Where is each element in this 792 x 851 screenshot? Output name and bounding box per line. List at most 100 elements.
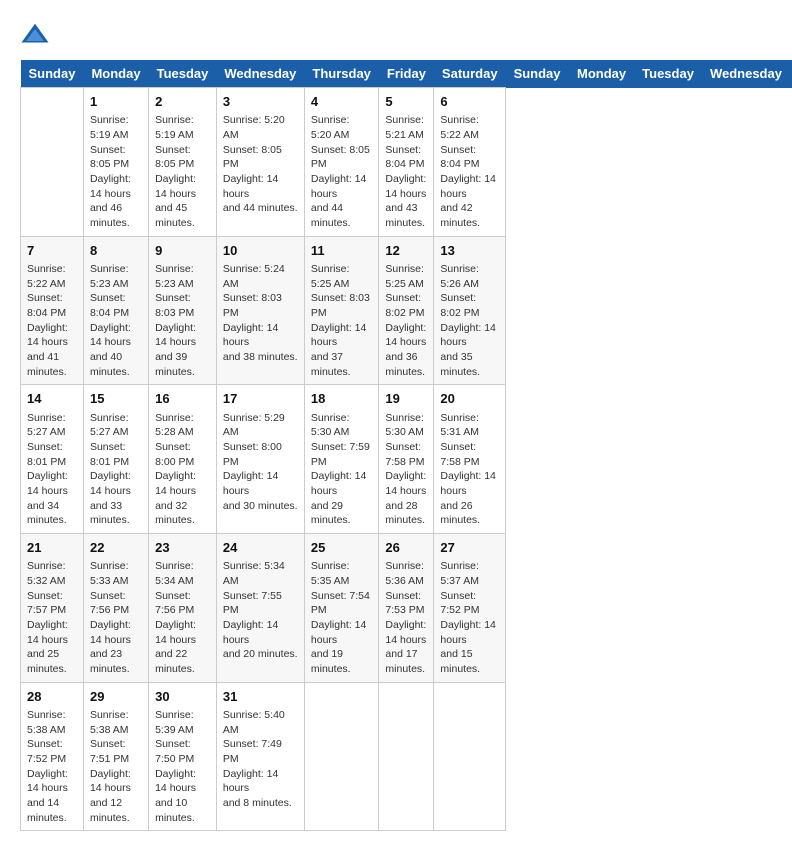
day-content: Sunrise: 5:37 AM Sunset: 7:52 PM Dayligh… <box>440 559 499 677</box>
day-content: Sunrise: 5:26 AM Sunset: 8:02 PM Dayligh… <box>440 262 499 380</box>
week-row-1: 1 Sunrise: 5:19 AM Sunset: 8:05 PM Daylig… <box>21 88 792 237</box>
day-number: 26 <box>385 539 427 557</box>
day-content: Sunrise: 5:25 AM Sunset: 8:02 PM Dayligh… <box>385 262 427 380</box>
day-content: Sunrise: 5:27 AM Sunset: 8:01 PM Dayligh… <box>90 411 142 529</box>
day-content: Sunrise: 5:38 AM Sunset: 7:52 PM Dayligh… <box>27 708 77 826</box>
logo-icon <box>20 20 50 50</box>
day-cell: 27 Sunrise: 5:37 AM Sunset: 7:52 PM Dayli… <box>434 534 506 683</box>
day-cell: 6 Sunrise: 5:22 AM Sunset: 8:04 PM Daylig… <box>434 88 506 237</box>
column-header-thursday: Thursday <box>304 60 379 88</box>
day-content: Sunrise: 5:21 AM Sunset: 8:04 PM Dayligh… <box>385 113 427 231</box>
day-number: 8 <box>90 242 142 260</box>
day-number: 9 <box>155 242 210 260</box>
day-cell: 4Sunrise: 5:20 AM Sunset: 8:05 PM Daylig… <box>304 88 379 237</box>
week-row-3: 14 Sunrise: 5:27 AM Sunset: 8:01 PM Dayli… <box>21 385 792 534</box>
column-header-saturday: Saturday <box>434 60 506 88</box>
day-number: 27 <box>440 539 499 557</box>
day-number: 11 <box>311 242 373 260</box>
week-row-4: 21Sunrise: 5:32 AM Sunset: 7:57 PM Dayli… <box>21 534 792 683</box>
day-number: 14 <box>27 390 77 408</box>
day-cell: 30 Sunrise: 5:39 AM Sunset: 7:50 PM Dayli… <box>149 682 217 831</box>
day-number: 10 <box>223 242 298 260</box>
day-cell: 28Sunrise: 5:38 AM Sunset: 7:52 PM Dayli… <box>21 682 84 831</box>
day-cell: 8Sunrise: 5:23 AM Sunset: 8:04 PM Daylig… <box>83 236 148 385</box>
day-cell: 21Sunrise: 5:32 AM Sunset: 7:57 PM Dayli… <box>21 534 84 683</box>
day-content: Sunrise: 5:32 AM Sunset: 7:57 PM Dayligh… <box>27 559 77 677</box>
day-number: 22 <box>90 539 142 557</box>
day-cell: 12 Sunrise: 5:25 AM Sunset: 8:02 PM Dayli… <box>379 236 434 385</box>
day-cell: 10 Sunrise: 5:24 AM Sunset: 8:03 PM Dayli… <box>216 236 304 385</box>
day-number: 18 <box>311 390 373 408</box>
column-header-tuesday: Tuesday <box>149 60 217 88</box>
week-row-2: 7 Sunrise: 5:22 AM Sunset: 8:04 PM Daylig… <box>21 236 792 385</box>
day-content: Sunrise: 5:20 AM Sunset: 8:05 PM Dayligh… <box>223 113 298 216</box>
day-number: 6 <box>440 93 499 111</box>
day-content: Sunrise: 5:33 AM Sunset: 7:56 PM Dayligh… <box>90 559 142 677</box>
day-content: Sunrise: 5:23 AM Sunset: 8:03 PM Dayligh… <box>155 262 210 380</box>
day-content: Sunrise: 5:19 AM Sunset: 8:05 PM Dayligh… <box>155 113 210 231</box>
day-cell: 14 Sunrise: 5:27 AM Sunset: 8:01 PM Dayli… <box>21 385 84 534</box>
day-cell: 15 Sunrise: 5:27 AM Sunset: 8:01 PM Dayli… <box>83 385 148 534</box>
day-cell: 20 Sunrise: 5:31 AM Sunset: 7:58 PM Dayli… <box>434 385 506 534</box>
day-cell: 18 Sunrise: 5:30 AM Sunset: 7:59 PM Dayli… <box>304 385 379 534</box>
day-cell: 24 Sunrise: 5:34 AM Sunset: 7:55 PM Dayli… <box>216 534 304 683</box>
day-cell: 23Sunrise: 5:34 AM Sunset: 7:56 PM Dayli… <box>149 534 217 683</box>
day-number: 16 <box>155 390 210 408</box>
day-content: Sunrise: 5:39 AM Sunset: 7:50 PM Dayligh… <box>155 708 210 826</box>
column-header-wednesday: Wednesday <box>216 60 304 88</box>
day-content: Sunrise: 5:38 AM Sunset: 7:51 PM Dayligh… <box>90 708 142 826</box>
day-content: Sunrise: 5:30 AM Sunset: 7:58 PM Dayligh… <box>385 411 427 529</box>
day-content: Sunrise: 5:27 AM Sunset: 8:01 PM Dayligh… <box>27 411 77 529</box>
day-content: Sunrise: 5:19 AM Sunset: 8:05 PM Dayligh… <box>90 113 142 231</box>
day-cell <box>21 88 84 237</box>
day-content: Sunrise: 5:30 AM Sunset: 7:59 PM Dayligh… <box>311 411 373 529</box>
day-content: Sunrise: 5:25 AM Sunset: 8:03 PM Dayligh… <box>311 262 373 380</box>
day-number: 5 <box>385 93 427 111</box>
day-number: 19 <box>385 390 427 408</box>
day-cell <box>434 682 506 831</box>
day-cell: 31Sunrise: 5:40 AM Sunset: 7:49 PM Dayli… <box>216 682 304 831</box>
day-cell: 17Sunrise: 5:29 AM Sunset: 8:00 PM Dayli… <box>216 385 304 534</box>
column-header-wednesday: Wednesday <box>702 60 790 88</box>
day-content: Sunrise: 5:35 AM Sunset: 7:54 PM Dayligh… <box>311 559 373 677</box>
day-number: 15 <box>90 390 142 408</box>
day-content: Sunrise: 5:22 AM Sunset: 8:04 PM Dayligh… <box>440 113 499 231</box>
day-cell <box>379 682 434 831</box>
day-number: 23 <box>155 539 210 557</box>
page-header <box>20 20 772 50</box>
day-content: Sunrise: 5:36 AM Sunset: 7:53 PM Dayligh… <box>385 559 427 677</box>
day-cell: 22 Sunrise: 5:33 AM Sunset: 7:56 PM Dayli… <box>83 534 148 683</box>
day-cell: 25Sunrise: 5:35 AM Sunset: 7:54 PM Dayli… <box>304 534 379 683</box>
day-cell: 26 Sunrise: 5:36 AM Sunset: 7:53 PM Dayli… <box>379 534 434 683</box>
day-number: 12 <box>385 242 427 260</box>
day-number: 20 <box>440 390 499 408</box>
column-header-sunday: Sunday <box>21 60 84 88</box>
day-content: Sunrise: 5:34 AM Sunset: 7:55 PM Dayligh… <box>223 559 298 662</box>
day-cell <box>304 682 379 831</box>
day-number: 31 <box>223 688 298 706</box>
logo <box>20 20 52 50</box>
day-cell: 2 Sunrise: 5:19 AM Sunset: 8:05 PM Daylig… <box>149 88 217 237</box>
header-row: SundayMondayTuesdayWednesdayThursdayFrid… <box>21 60 792 88</box>
day-number: 17 <box>223 390 298 408</box>
day-content: Sunrise: 5:24 AM Sunset: 8:03 PM Dayligh… <box>223 262 298 365</box>
day-cell: 16Sunrise: 5:28 AM Sunset: 8:00 PM Dayli… <box>149 385 217 534</box>
day-content: Sunrise: 5:31 AM Sunset: 7:58 PM Dayligh… <box>440 411 499 529</box>
day-cell: 13Sunrise: 5:26 AM Sunset: 8:02 PM Dayli… <box>434 236 506 385</box>
day-number: 29 <box>90 688 142 706</box>
day-number: 2 <box>155 93 210 111</box>
day-cell: 29 Sunrise: 5:38 AM Sunset: 7:51 PM Dayli… <box>83 682 148 831</box>
column-header-tuesday: Tuesday <box>634 60 702 88</box>
column-header-friday: Friday <box>379 60 434 88</box>
day-number: 30 <box>155 688 210 706</box>
day-number: 1 <box>90 93 142 111</box>
column-header-sunday: Sunday <box>506 60 569 88</box>
day-number: 7 <box>27 242 77 260</box>
day-cell: 3Sunrise: 5:20 AM Sunset: 8:05 PM Daylig… <box>216 88 304 237</box>
day-cell: 9 Sunrise: 5:23 AM Sunset: 8:03 PM Daylig… <box>149 236 217 385</box>
column-header-monday: Monday <box>569 60 634 88</box>
day-number: 24 <box>223 539 298 557</box>
week-row-5: 28Sunrise: 5:38 AM Sunset: 7:52 PM Dayli… <box>21 682 792 831</box>
column-header-monday: Monday <box>83 60 148 88</box>
day-content: Sunrise: 5:22 AM Sunset: 8:04 PM Dayligh… <box>27 262 77 380</box>
